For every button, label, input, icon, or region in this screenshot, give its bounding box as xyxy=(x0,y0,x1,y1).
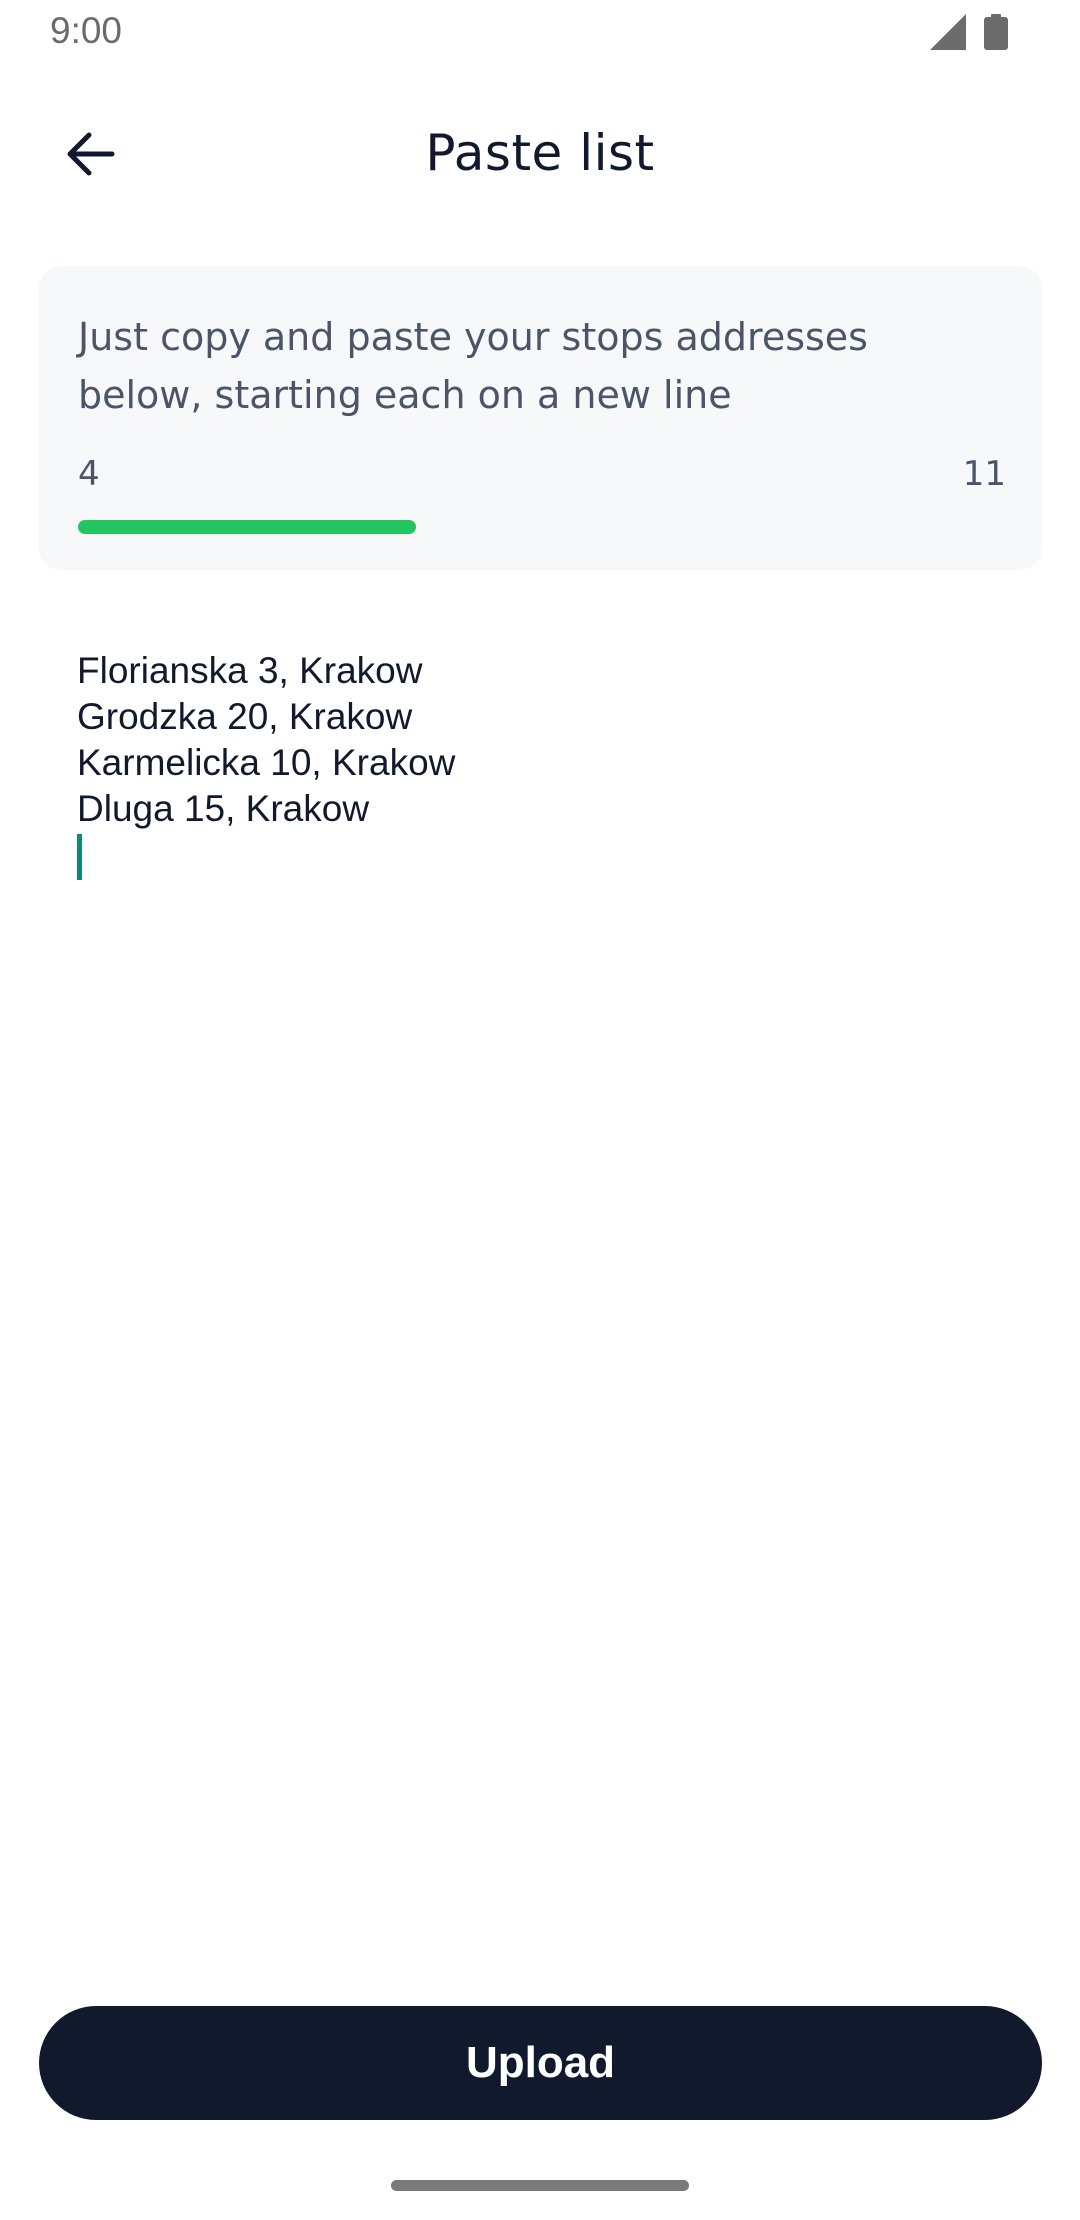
address-line: Karmelicka 10, Krakow xyxy=(77,742,456,783)
upload-button[interactable]: Upload xyxy=(39,2006,1042,2120)
address-list-input[interactable]: Florianska 3, Krakow Grodzka 20, Krakow … xyxy=(77,648,1007,1848)
battery-icon xyxy=(984,14,1008,55)
address-count: 4 xyxy=(78,454,100,494)
home-indicator[interactable] xyxy=(391,2180,689,2191)
address-progress-bar xyxy=(78,520,1006,534)
info-card: Just copy and paste your stops addresses… xyxy=(39,266,1042,570)
text-cursor xyxy=(77,834,82,880)
address-line: Grodzka 20, Krakow xyxy=(77,696,413,737)
address-progress-fill xyxy=(78,520,416,534)
status-icons xyxy=(930,14,1008,55)
address-limit: 11 xyxy=(962,454,1006,494)
address-line: Dluga 15, Krakow xyxy=(77,788,370,829)
page-title: Paste list xyxy=(425,124,655,182)
instructions-text: Just copy and paste your stops addresses… xyxy=(78,315,868,417)
address-line: Florianska 3, Krakow xyxy=(77,650,423,691)
top-app-bar: Paste list xyxy=(0,110,1080,202)
status-bar: 9:00 xyxy=(0,0,1080,68)
cellular-signal-icon xyxy=(930,14,966,55)
status-time: 9:00 xyxy=(50,10,123,51)
